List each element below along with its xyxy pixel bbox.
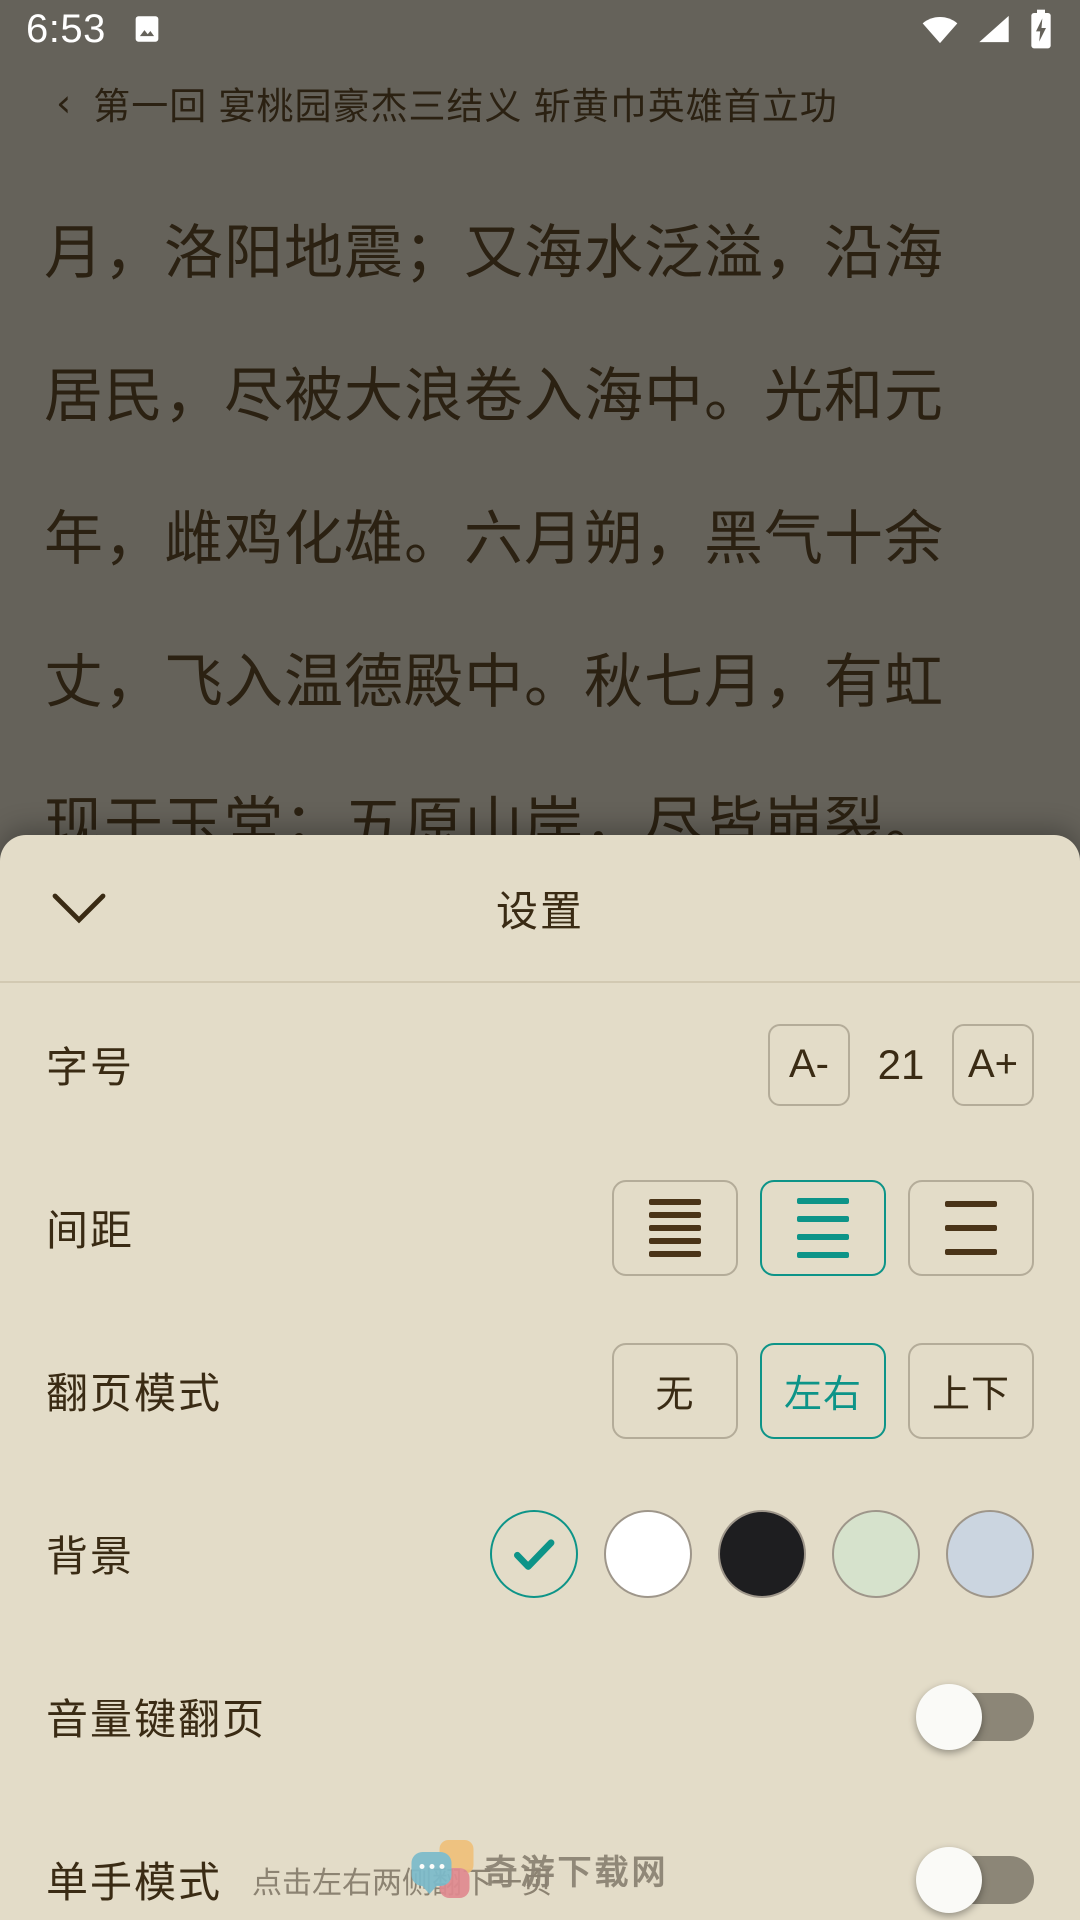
status-clock: 6:53 bbox=[26, 6, 106, 51]
settings-header: 设置 bbox=[0, 835, 1080, 983]
chevron-down-icon[interactable] bbox=[46, 875, 112, 941]
font-size-stepper: A- 21 A+ bbox=[768, 1023, 1034, 1106]
setting-row-font-size: 字号 A- 21 A+ bbox=[0, 983, 1080, 1146]
volume-page-turn-toggle[interactable] bbox=[916, 1683, 1034, 1750]
toggle-knob bbox=[916, 1683, 982, 1750]
spacing-options bbox=[612, 1179, 1034, 1276]
status-bar: 6:53 bbox=[0, 0, 1080, 58]
background-label: 背景 bbox=[46, 1533, 135, 1580]
font-size-label: 字号 bbox=[46, 1044, 135, 1091]
cellular-signal-icon bbox=[979, 15, 1009, 43]
wifi-icon bbox=[922, 17, 958, 44]
spacing-label: 间距 bbox=[46, 1207, 135, 1254]
background-swatch-white[interactable] bbox=[604, 1509, 692, 1598]
battery-charging-icon bbox=[1031, 9, 1051, 49]
book-line: 月，洛阳地震；又海水泛溢，沿海 bbox=[44, 220, 945, 286]
font-size-increase-button[interactable]: A+ bbox=[952, 1023, 1034, 1106]
book-line: 居民，尽被大浪卷入海中。光和元 bbox=[44, 363, 945, 429]
font-size-decrease-button[interactable]: A- bbox=[768, 1023, 850, 1106]
setting-row-background: 背景 bbox=[0, 1472, 1080, 1635]
settings-sheet[interactable]: 设置 字号 A- 21 A+ 间距 翻页模式 无 左右 上下 背景 音量键翻页 … bbox=[0, 835, 1080, 1920]
background-swatch-beige-selected[interactable] bbox=[490, 1509, 578, 1598]
setting-row-volume-page-turn: 音量键翻页 bbox=[0, 1635, 1080, 1798]
background-swatch-green[interactable] bbox=[832, 1509, 920, 1598]
back-icon[interactable]: ‹ bbox=[56, 84, 71, 122]
toggle-knob bbox=[916, 1846, 982, 1913]
background-swatches bbox=[490, 1509, 1034, 1598]
watermark: 奇游下载网 bbox=[411, 1840, 669, 1898]
line-spacing-medium-icon bbox=[797, 1197, 849, 1258]
page-mode-options: 无 左右 上下 bbox=[612, 1342, 1034, 1439]
settings-title: 设置 bbox=[495, 887, 584, 935]
watermark-text: 奇游下载网 bbox=[483, 1853, 669, 1892]
background-swatch-black[interactable] bbox=[718, 1509, 806, 1598]
chat-bubble-logo-icon bbox=[411, 1840, 474, 1898]
book-line: 年，雌鸡化雄。六月朔，黑气十余 bbox=[44, 506, 945, 572]
page-mode-option-none[interactable]: 无 bbox=[612, 1342, 738, 1439]
font-size-value: 21 bbox=[877, 1040, 925, 1088]
book-text-body: 月，洛阳地震；又海水泛溢，沿海 居民，尽被大浪卷入海中。光和元 年，雌鸡化雄。六… bbox=[0, 130, 1080, 897]
page-mode-option-horizontal[interactable]: 左右 bbox=[760, 1342, 886, 1439]
check-icon bbox=[514, 1538, 555, 1570]
spacing-option-medium[interactable] bbox=[760, 1179, 886, 1276]
page-mode-option-vertical[interactable]: 上下 bbox=[908, 1342, 1034, 1439]
chapter-bar[interactable]: ‹ 第一回 宴桃园豪杰三结义 斩黄巾英雄首立功 bbox=[0, 58, 1080, 130]
one-hand-mode-label: 单手模式 bbox=[46, 1859, 223, 1906]
spacing-option-loose[interactable] bbox=[908, 1179, 1034, 1276]
volume-page-turn-label: 音量键翻页 bbox=[46, 1696, 267, 1743]
status-notification-icons bbox=[130, 12, 164, 46]
background-swatch-blue[interactable] bbox=[946, 1509, 1034, 1598]
status-system-icons bbox=[920, 9, 1054, 49]
setting-row-page-mode: 翻页模式 无 左右 上下 bbox=[0, 1309, 1080, 1472]
line-spacing-loose-icon bbox=[945, 1200, 997, 1255]
spacing-option-tight[interactable] bbox=[612, 1179, 738, 1276]
setting-row-spacing: 间距 bbox=[0, 1146, 1080, 1309]
page-mode-label: 翻页模式 bbox=[46, 1370, 223, 1417]
line-spacing-tight-icon bbox=[649, 1198, 701, 1257]
book-line: 丈，飞入温德殿中。秋七月，有虹 bbox=[44, 649, 945, 715]
chapter-title: 第一回 宴桃园豪杰三结义 斩黄巾英雄首立功 bbox=[93, 86, 838, 127]
image-icon bbox=[135, 16, 159, 42]
one-hand-mode-toggle[interactable] bbox=[916, 1846, 1034, 1913]
